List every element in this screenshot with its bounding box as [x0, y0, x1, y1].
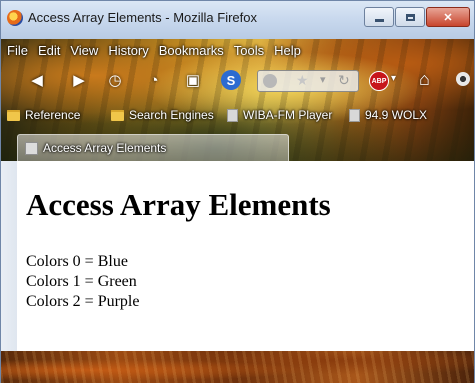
bookmark-search-engines[interactable]: Search Engines [111, 107, 214, 123]
menu-history[interactable]: History [108, 43, 148, 58]
s-addon-icon[interactable]: S [221, 70, 241, 90]
addon-icon[interactable]: ▣ [183, 70, 203, 90]
maximize-button[interactable] [395, 7, 425, 27]
folder-icon [7, 109, 20, 121]
bookmark-label: Search Engines [129, 108, 214, 122]
adblock-dropdown-icon[interactable]: ▾ [391, 73, 396, 84]
output-line: Colors 0 = Blue [26, 253, 128, 270]
browser-chrome: File Edit View History Bookmarks Tools H… [1, 39, 474, 161]
menu-help[interactable]: Help [274, 43, 301, 58]
page-icon [227, 108, 238, 122]
globe-icon [263, 74, 277, 88]
tab-strip: Access Array Elements [1, 132, 474, 161]
history-icon[interactable]: ◷ [105, 70, 125, 90]
firefox-logo-icon [7, 10, 23, 26]
star-icon[interactable]: ★ [296, 72, 309, 89]
navigation-toolbar: ◀ ▶ ◷ ◔ ▣ S ★ ▾ ↻ ABP ▾ ⌂ [1, 63, 474, 97]
tab-label: Access Array Elements [43, 141, 167, 155]
title-bar[interactable]: Access Array Elements - Mozilla Firefox … [1, 1, 474, 39]
forward-icon[interactable]: ▶ [69, 70, 89, 90]
minimize-icon [374, 18, 384, 22]
back-icon[interactable]: ◀ [27, 70, 47, 90]
bookmark-wiba-fm-player[interactable]: WIBA-FM Player [227, 107, 332, 123]
close-button[interactable]: ✕ [426, 7, 470, 27]
page-title: Access Array Elements [26, 187, 331, 222]
minimize-button[interactable] [364, 7, 394, 27]
bookmark-94-9-wolx[interactable]: 94.9 WOLX [349, 107, 427, 123]
bookmarks-toolbar: Reference Search Engines WIBA-FM Player … [1, 102, 474, 128]
bookmark-reference[interactable]: Reference [7, 107, 80, 123]
window-title: Access Array Elements - Mozilla Firefox [28, 10, 258, 25]
page-icon [25, 141, 38, 155]
page-icon [349, 108, 360, 122]
tab-access-array-elements[interactable]: Access Array Elements [17, 134, 289, 161]
bookmark-label: Reference [25, 108, 81, 122]
output-line: Colors 2 = Purple [26, 293, 140, 310]
chevron-down-icon[interactable]: ▾ [320, 73, 326, 86]
output-lines: Colors 0 = Blue Colors 1 = Green Colors … [26, 252, 139, 312]
close-icon: ✕ [443, 11, 453, 24]
rss-icon[interactable]: ◔ [144, 70, 164, 90]
menu-bookmarks[interactable]: Bookmarks [159, 43, 224, 58]
status-bar [1, 351, 474, 383]
menu-view[interactable]: View [70, 43, 98, 58]
sidebar-edge [1, 161, 17, 351]
menu-tools[interactable]: Tools [234, 43, 264, 58]
browser-window: Access Array Elements - Mozilla Firefox … [0, 0, 475, 383]
home-icon[interactable]: ⌂ [419, 69, 430, 90]
menu-edit[interactable]: Edit [38, 43, 60, 58]
adblock-icon[interactable]: ABP [369, 71, 389, 91]
bookmark-label: WIBA-FM Player [243, 108, 333, 122]
url-bar[interactable]: ★ ▾ ↻ [257, 70, 359, 92]
bookmark-label: 94.9 WOLX [365, 108, 428, 122]
reload-icon[interactable]: ↻ [338, 72, 350, 89]
eye-icon[interactable] [456, 72, 470, 86]
menu-bar: File Edit View History Bookmarks Tools H… [1, 39, 474, 61]
output-line: Colors 1 = Green [26, 273, 137, 290]
folder-icon [111, 109, 124, 121]
maximize-icon [405, 13, 415, 21]
menu-file[interactable]: File [7, 43, 28, 58]
page-content: Access Array Elements Colors 0 = Blue Co… [17, 161, 474, 351]
